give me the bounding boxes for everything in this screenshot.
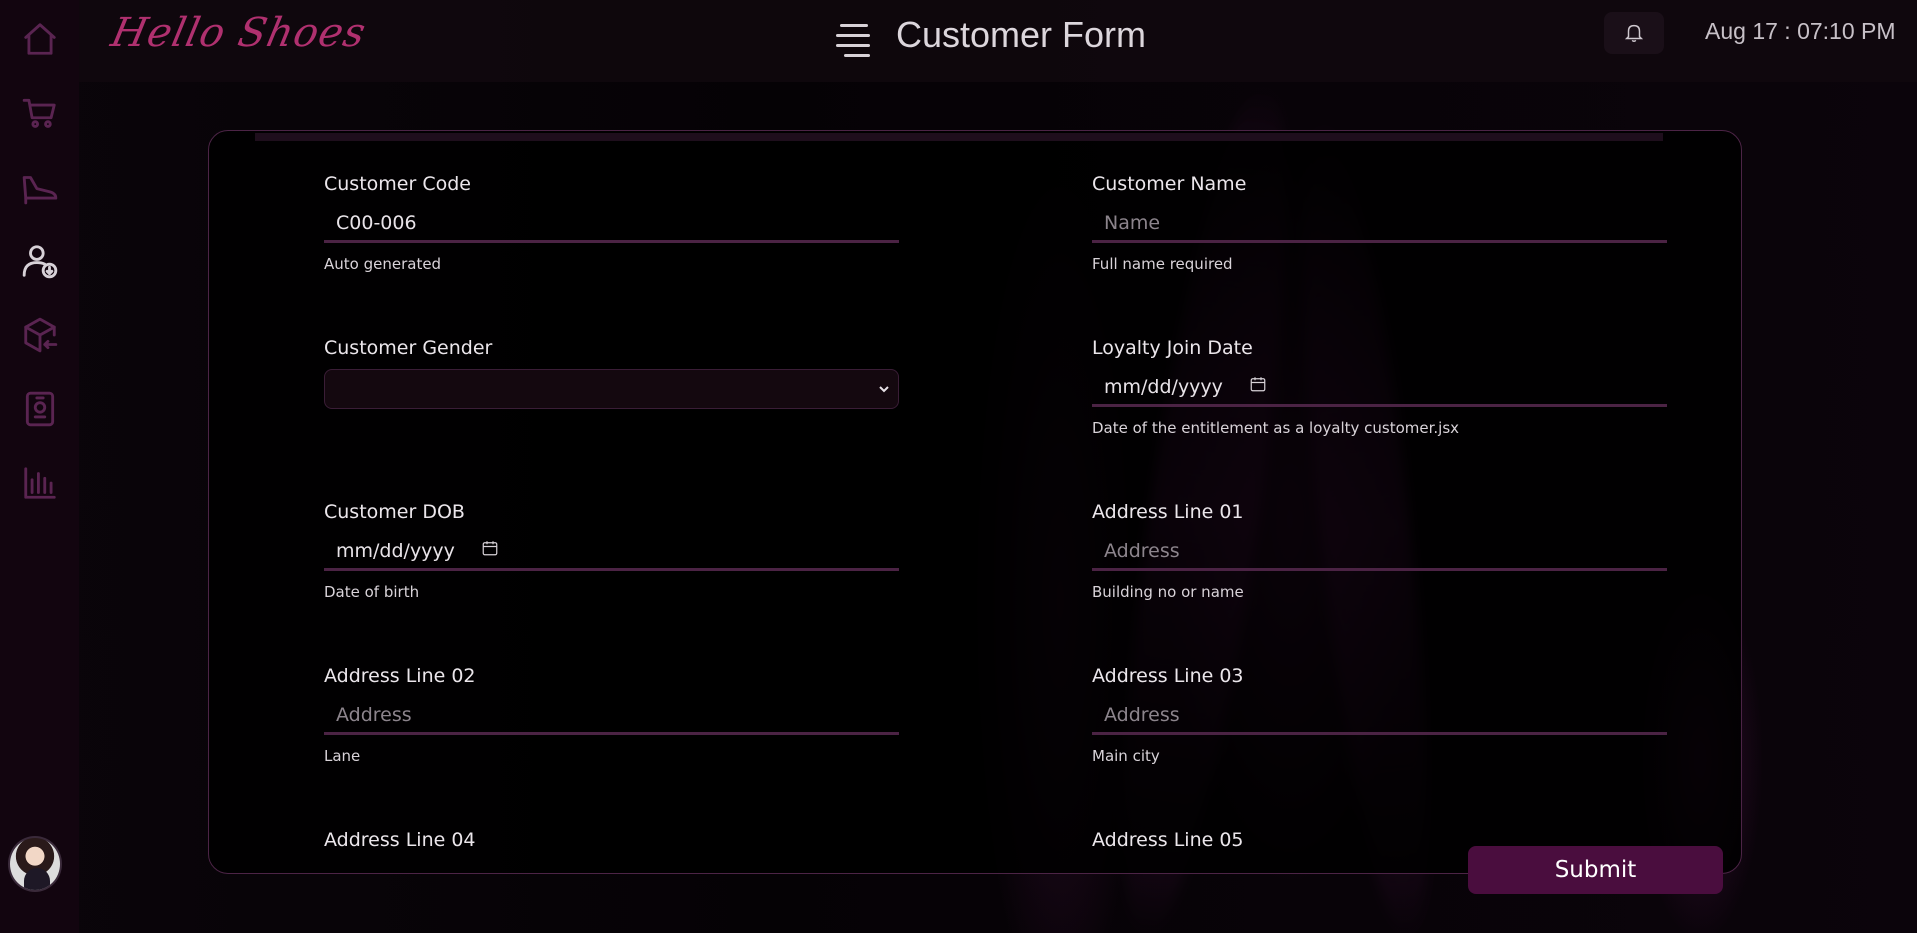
loyalty-join-date-helper: Date of the entitlement as a loyalty cus… (1092, 419, 1460, 437)
home-icon[interactable] (19, 18, 61, 60)
address-line-01-label: Address Line 01 (1092, 501, 1244, 523)
customer-form-card: Customer Code Auto generated Customer Na… (208, 130, 1742, 874)
address-line-01-input[interactable] (1092, 533, 1667, 571)
customer-gender-select[interactable] (324, 369, 899, 409)
datetime-display: Aug 17 : 07:10 PM (1705, 18, 1896, 44)
address-line-02-helper: Lane (324, 747, 361, 765)
customer-dob-input[interactable]: mm/dd/yyyy (324, 533, 899, 571)
address-line-03-field: Address Line 03 Main city (1092, 665, 1667, 765)
address-line-03-label: Address Line 03 (1092, 665, 1244, 687)
calendar-icon[interactable] (481, 539, 499, 562)
notification-bell-button[interactable] (1604, 12, 1664, 54)
cart-icon[interactable] (19, 92, 61, 134)
customer-code-field: Customer Code Auto generated (324, 173, 899, 273)
bar-chart-icon[interactable] (19, 462, 61, 504)
address-line-04-label: Address Line 04 (324, 829, 476, 851)
chevron-down-icon (879, 386, 889, 393)
customer-name-input[interactable] (1092, 205, 1667, 243)
loyalty-join-date-input[interactable]: mm/dd/yyyy (1092, 369, 1667, 407)
customer-dob-label: Customer DOB (324, 501, 465, 523)
address-line-03-helper: Main city (1092, 747, 1160, 765)
loyalty-join-date-value: mm/dd/yyyy (1104, 375, 1223, 398)
user-add-icon[interactable] (19, 240, 61, 282)
address-line-01-helper: Building no or name (1092, 583, 1244, 601)
customer-dob-field: Customer DOB mm/dd/yyyy Date of birth (324, 501, 899, 601)
menu-icon[interactable] (836, 24, 872, 57)
box-return-icon[interactable] (19, 314, 61, 356)
address-line-02-field: Address Line 02 Lane (324, 665, 899, 765)
shoe-icon[interactable] (19, 166, 61, 208)
page-title: Customer Form (896, 14, 1147, 55)
address-line-02-label: Address Line 02 (324, 665, 476, 687)
loyalty-join-date-label: Loyalty Join Date (1092, 337, 1253, 359)
customer-name-label: Customer Name (1092, 173, 1247, 195)
address-line-01-field: Address Line 01 Building no or name (1092, 501, 1667, 601)
customer-gender-label: Customer Gender (324, 337, 493, 359)
submit-button[interactable]: Submit (1468, 846, 1723, 894)
customer-dob-value: mm/dd/yyyy (336, 539, 455, 562)
customer-code-input[interactable] (324, 205, 899, 243)
customer-code-helper: Auto generated (324, 255, 442, 273)
employee-badge-icon[interactable] (19, 388, 61, 430)
customer-dob-helper: Date of birth (324, 583, 420, 601)
avatar[interactable] (8, 836, 62, 892)
customer-gender-field: Customer Gender (324, 337, 899, 409)
loyalty-join-date-field: Loyalty Join Date mm/dd/yyyy Date of the… (1092, 337, 1667, 437)
address-line-02-input[interactable] (324, 697, 899, 735)
address-line-04-field: Address Line 04 (324, 829, 899, 861)
card-top-divider (255, 133, 1663, 141)
customer-name-helper: Full name required (1092, 255, 1233, 273)
customer-name-field: Customer Name Full name required (1092, 173, 1667, 273)
calendar-icon[interactable] (1249, 375, 1267, 398)
sidebar (0, 0, 79, 933)
customer-code-label: Customer Code (324, 173, 471, 195)
bell-icon (1624, 24, 1644, 42)
address-line-03-input[interactable] (1092, 697, 1667, 735)
brand-logo: Hello Shoes (107, 10, 371, 56)
